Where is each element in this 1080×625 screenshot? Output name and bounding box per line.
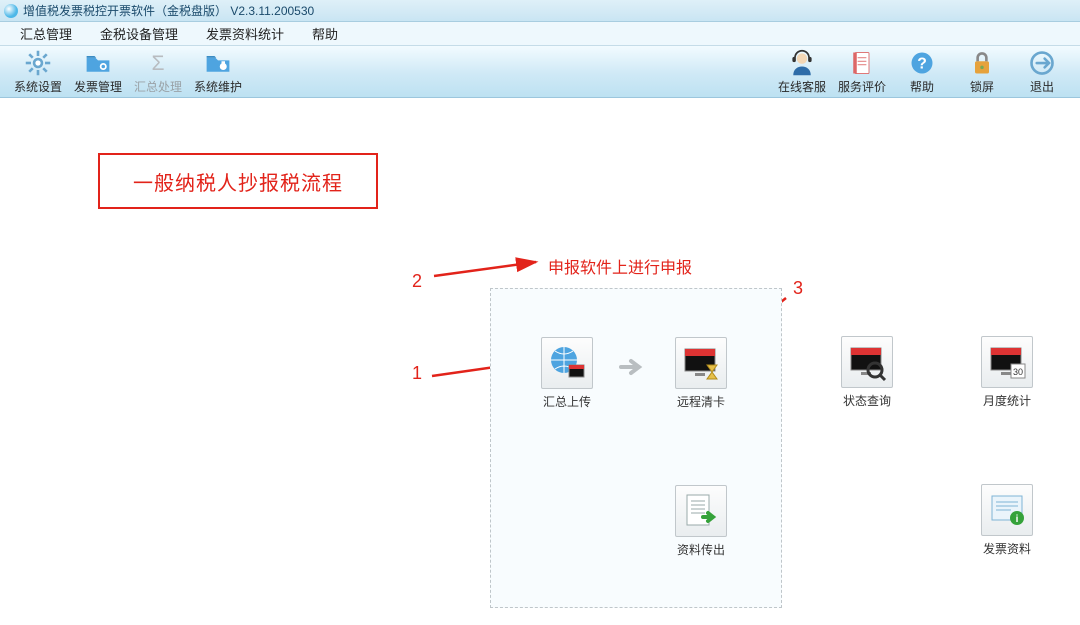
process-title: 一般纳税人抄报税流程: [133, 167, 343, 196]
gear-icon: [24, 49, 52, 77]
lock-icon: [968, 49, 996, 77]
toolbar-label: 帮助: [910, 78, 934, 95]
folder-gear-icon: [84, 49, 112, 77]
sequence-arrow-icon: [619, 357, 645, 377]
monitor-hourglass-icon: [681, 343, 721, 383]
toolbar-label: 汇总处理: [134, 78, 182, 95]
toolbar-label: 退出: [1030, 78, 1054, 95]
svg-text:Σ: Σ: [152, 52, 165, 75]
item-status-query[interactable]: 状态查询: [835, 336, 899, 409]
app-icon: [4, 4, 18, 18]
step-note: 申报软件上进行申报: [548, 254, 692, 278]
system-maint-button[interactable]: 系统维护: [188, 49, 248, 95]
exit-button[interactable]: 退出: [1012, 49, 1072, 95]
receipt-info-icon: i: [987, 490, 1027, 530]
invoice-manage-button[interactable]: 发票管理: [68, 49, 128, 95]
item-label: 资料传出: [677, 541, 725, 558]
summary-process-button[interactable]: Σ 汇总处理: [128, 49, 188, 95]
window-title: 增值税发票税控开票软件（金税盘版） V2.3.11.200530: [23, 2, 314, 19]
toolbar-label: 在线客服: [778, 78, 826, 95]
item-label: 状态查询: [843, 392, 891, 409]
item-label: 远程清卡: [677, 393, 725, 410]
step-label-2: 2: [412, 271, 422, 292]
item-summary-upload[interactable]: 汇总上传: [535, 337, 599, 410]
item-label: 发票资料: [983, 540, 1031, 557]
document-icon: [848, 49, 876, 77]
item-data-export[interactable]: 资料传出: [669, 485, 733, 558]
monitor-search-icon: [847, 342, 887, 382]
toolbar-label: 锁屏: [970, 78, 994, 95]
content-area: 一般纳税人抄报税流程 1 2 3 申报软件上进行申报 汇总上传: [0, 98, 1080, 625]
toolbar-label: 服务评价: [838, 78, 886, 95]
toolbar-label: 系统设置: [14, 78, 62, 95]
lock-button[interactable]: 锁屏: [952, 49, 1012, 95]
step-label-1: 1: [412, 363, 422, 384]
service-rating-button[interactable]: 服务评价: [832, 49, 892, 95]
help-button[interactable]: ? 帮助: [892, 49, 952, 95]
item-monthly-stats[interactable]: 30 月度统计: [975, 336, 1039, 409]
item-label: 汇总上传: [543, 393, 591, 410]
online-service-button[interactable]: 在线客服: [772, 49, 832, 95]
item-remote-clear[interactable]: 远程清卡: [669, 337, 733, 410]
toolbar: 系统设置 发票管理 Σ 汇总处理 系统维护 在线客服: [0, 46, 1080, 98]
system-settings-button[interactable]: 系统设置: [8, 49, 68, 95]
sigma-icon: Σ: [144, 49, 172, 77]
document-export-icon: [681, 491, 721, 531]
item-invoice-data[interactable]: i 发票资料: [975, 484, 1039, 557]
svg-text:?: ?: [917, 55, 927, 72]
step-label-3: 3: [793, 278, 803, 299]
svg-text:30: 30: [1013, 367, 1023, 377]
globe-upload-icon: [547, 343, 587, 383]
toolbar-label: 系统维护: [194, 78, 242, 95]
menu-help[interactable]: 帮助: [298, 24, 352, 43]
menu-device[interactable]: 金税设备管理: [86, 24, 192, 43]
svg-text:i: i: [1016, 514, 1019, 525]
arrow-2: [432, 256, 544, 280]
monitor-calendar-icon: 30: [987, 342, 1027, 382]
agent-icon: [788, 49, 816, 77]
help-icon: ?: [908, 49, 936, 77]
process-panel: 汇总上传 远程清卡 资料传出: [490, 288, 782, 608]
menu-stats[interactable]: 发票资料统计: [192, 24, 298, 43]
menu-summary[interactable]: 汇总管理: [6, 24, 86, 43]
exit-icon: [1028, 49, 1056, 77]
item-label: 月度统计: [983, 392, 1031, 409]
menubar: 汇总管理 金税设备管理 发票资料统计 帮助: [0, 22, 1080, 46]
process-title-box: 一般纳税人抄报税流程: [98, 153, 378, 209]
window-titlebar: 增值税发票税控开票软件（金税盘版） V2.3.11.200530: [0, 0, 1080, 22]
folder-wrench-icon: [204, 49, 232, 77]
toolbar-label: 发票管理: [74, 78, 122, 95]
